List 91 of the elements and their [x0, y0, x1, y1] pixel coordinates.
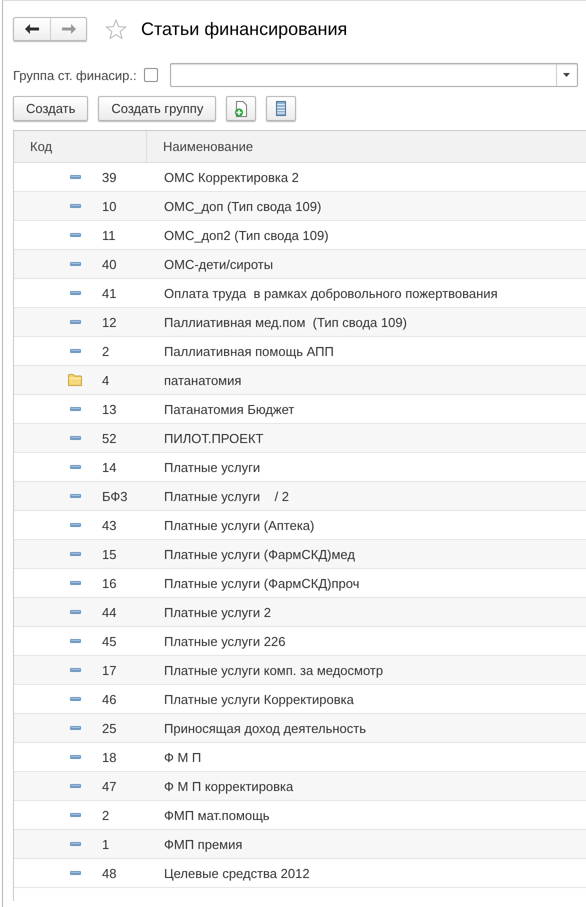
- code-cell-text: 17: [102, 662, 118, 678]
- folder-icon: [68, 374, 82, 386]
- item-icon: [70, 320, 80, 324]
- code-cell-text: 46: [102, 692, 118, 706]
- code-cell-text: 41: [102, 286, 118, 300]
- item-icon: [70, 204, 80, 208]
- code-cell-text: 2: [102, 808, 110, 822]
- item-icon: [70, 726, 80, 730]
- item-icon: [70, 668, 80, 672]
- name-cell: Платные услуги 226: [164, 634, 286, 648]
- code-cell-text: 47: [102, 778, 118, 794]
- item-icon: [70, 639, 80, 643]
- name-cell: ОМС-дети/сироты: [164, 256, 274, 272]
- item-icon: [70, 697, 80, 701]
- back-arrow-icon: [25, 24, 39, 34]
- item-icon: [70, 233, 80, 237]
- item-icon: [70, 436, 80, 440]
- code-cell-text: 2: [102, 344, 110, 358]
- code-cell-text: 1: [102, 836, 110, 852]
- item-icon: [70, 552, 80, 556]
- item-icon: [70, 465, 80, 469]
- code-cell-text: 12: [102, 314, 118, 330]
- column-header[interactable]: Наименование: [147, 131, 254, 162]
- name-cell: Платные услуги (ФармСКД)мед: [164, 546, 355, 562]
- name-cell: Платные услуги 2: [164, 604, 271, 620]
- name-cell: Ф М П корректировка: [164, 778, 294, 794]
- code-cell-text: 18: [102, 750, 118, 764]
- code-cell-text: 43: [102, 518, 118, 532]
- code-cell-text: 48: [102, 866, 118, 880]
- code-cell-text: 10: [102, 198, 118, 214]
- item-icon: [70, 871, 80, 875]
- item-icon: [70, 175, 80, 179]
- toolbar-button[interactable]: Создать группу: [98, 96, 216, 121]
- name-cell: Оплата труда в рамках добровольного пожертвования: [164, 286, 498, 300]
- name-cell: ПИЛОТ.ПРОЕКТ: [164, 430, 264, 446]
- item-icon: [70, 813, 80, 817]
- code-cell-text: 11: [102, 228, 116, 242]
- name-cell: Целевые средства 2012: [164, 866, 310, 880]
- name-cell: патанатомия: [164, 372, 242, 388]
- name-cell: Платные услуги комп. за медосмотр: [164, 662, 384, 678]
- name-cell: ОМС Корректировка 2: [164, 170, 299, 184]
- dropdown-arrow-icon: [563, 73, 570, 77]
- name-cell: ФМП мат.помощь: [164, 808, 270, 822]
- item-icon: [70, 784, 80, 788]
- item-icon: [70, 755, 80, 759]
- name-cell: Патанатомия Бюджет: [164, 402, 294, 416]
- name-cell: Ф М П: [164, 750, 202, 764]
- name-cell: Приносящая доход деятельность: [164, 720, 366, 736]
- code-cell-text: 45: [102, 634, 118, 648]
- code-cell-text: БФ3: [102, 488, 128, 504]
- item-icon: [70, 262, 80, 266]
- column-header[interactable]: Код: [14, 131, 147, 162]
- item-icon: [70, 842, 80, 846]
- code-cell-text: 14: [102, 460, 118, 474]
- forward-arrow-icon: [62, 24, 76, 34]
- code-cell-text: 25: [102, 720, 118, 736]
- code-cell-text: 39: [102, 170, 118, 184]
- toolbar-button[interactable]: Создать: [13, 96, 88, 121]
- item-icon: [70, 494, 80, 498]
- code-cell-text: 13: [102, 402, 118, 416]
- code-cell-text: 16: [102, 576, 118, 590]
- add-button[interactable]: [226, 96, 256, 121]
- name-cell: Платные услуги (ФармСКД)проч: [164, 576, 360, 590]
- name-cell: ОМС_доп2 (Тип свода 109): [164, 228, 329, 242]
- name-cell: Паллиативная помощь АПП: [164, 344, 334, 358]
- name-cell: Платные услуги / 2: [164, 488, 290, 504]
- name-cell: Платные услуги Корректировка: [164, 692, 354, 706]
- code-cell-text: 15: [102, 546, 118, 562]
- item-icon: [70, 581, 80, 585]
- list-button[interactable]: [266, 96, 296, 121]
- code-cell-text: 40: [102, 256, 118, 272]
- name-cell: Платные услуги (Аптека): [164, 518, 314, 532]
- name-cell: ОМС_доп (Тип свода 109): [164, 198, 322, 214]
- code-cell-text: 52: [102, 430, 118, 446]
- name-cell: ФМП премия: [164, 836, 242, 852]
- item-icon: [70, 610, 80, 614]
- checkbox[interactable]: [144, 68, 158, 82]
- group-dropdown[interactable]: [170, 63, 578, 87]
- item-icon: [70, 349, 80, 353]
- code-cell-text: 44: [102, 604, 118, 620]
- name-cell: Платные услуги: [164, 460, 260, 474]
- list-icon: [276, 101, 286, 116]
- star-icon[interactable]: [105, 18, 127, 40]
- field-label: Группа ст. финасир.:: [13, 68, 137, 82]
- add-document-icon: [234, 100, 248, 116]
- item-icon: [70, 523, 80, 527]
- name-cell: Паллиативная мед.пом (Тип свода 109): [164, 314, 407, 330]
- item-icon: [70, 407, 80, 411]
- code-cell-text: 4: [102, 372, 110, 388]
- item-icon: [70, 291, 80, 295]
- window-title: Статьи финансирования: [141, 18, 348, 40]
